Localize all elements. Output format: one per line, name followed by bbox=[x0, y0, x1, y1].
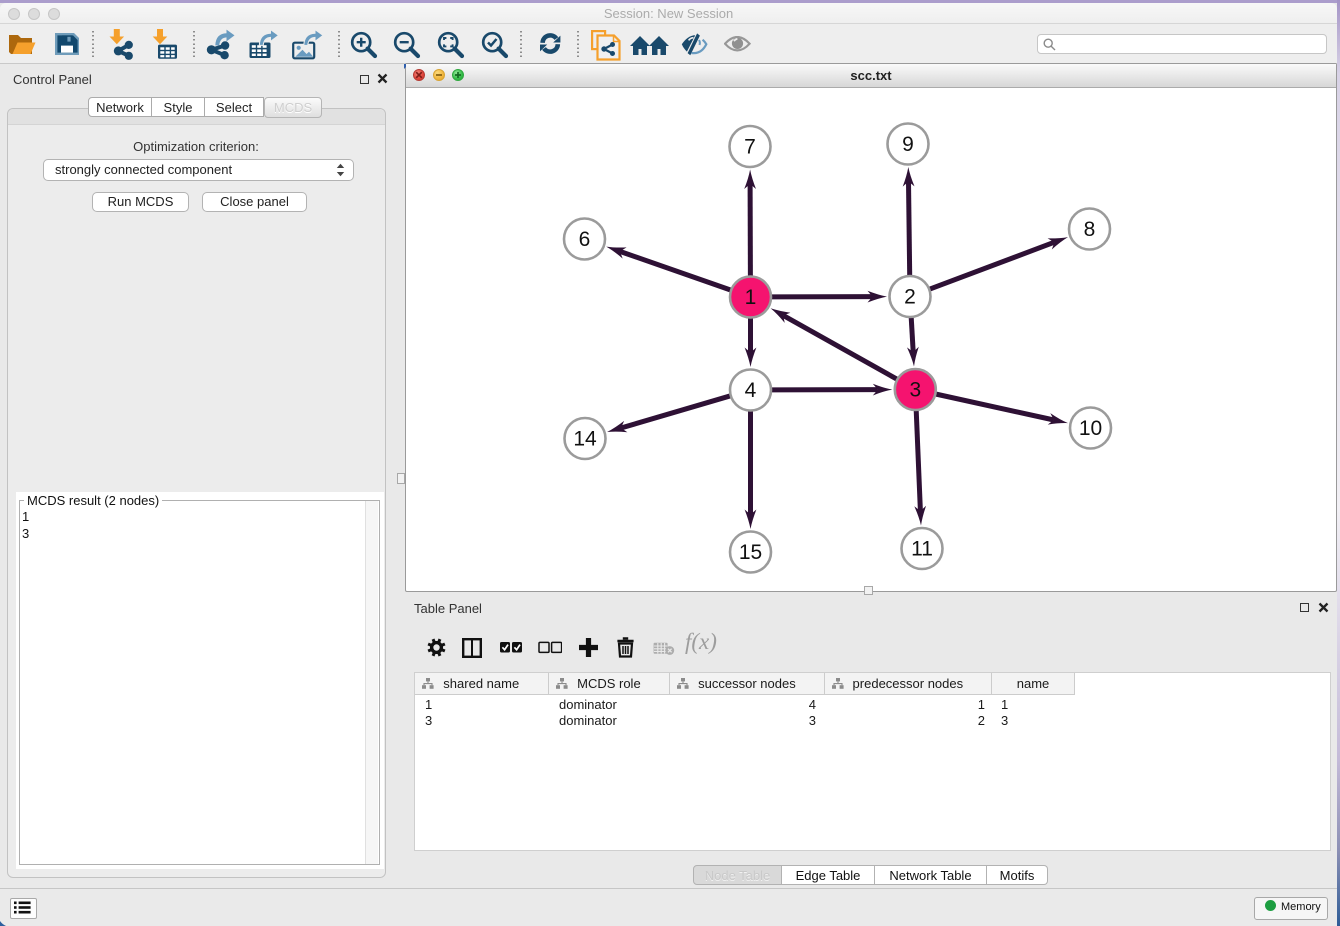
svg-text:2: 2 bbox=[904, 286, 916, 309]
svg-text:14: 14 bbox=[573, 428, 597, 451]
svg-text:1: 1 bbox=[745, 286, 757, 309]
svg-text:4: 4 bbox=[745, 379, 757, 402]
svg-text:6: 6 bbox=[579, 228, 591, 251]
svg-text:11: 11 bbox=[911, 538, 933, 561]
svg-text:10: 10 bbox=[1079, 417, 1102, 440]
svg-text:7: 7 bbox=[744, 136, 756, 159]
svg-text:3: 3 bbox=[909, 379, 921, 402]
svg-text:9: 9 bbox=[902, 133, 914, 156]
svg-text:8: 8 bbox=[1084, 218, 1096, 241]
svg-text:15: 15 bbox=[739, 541, 762, 564]
